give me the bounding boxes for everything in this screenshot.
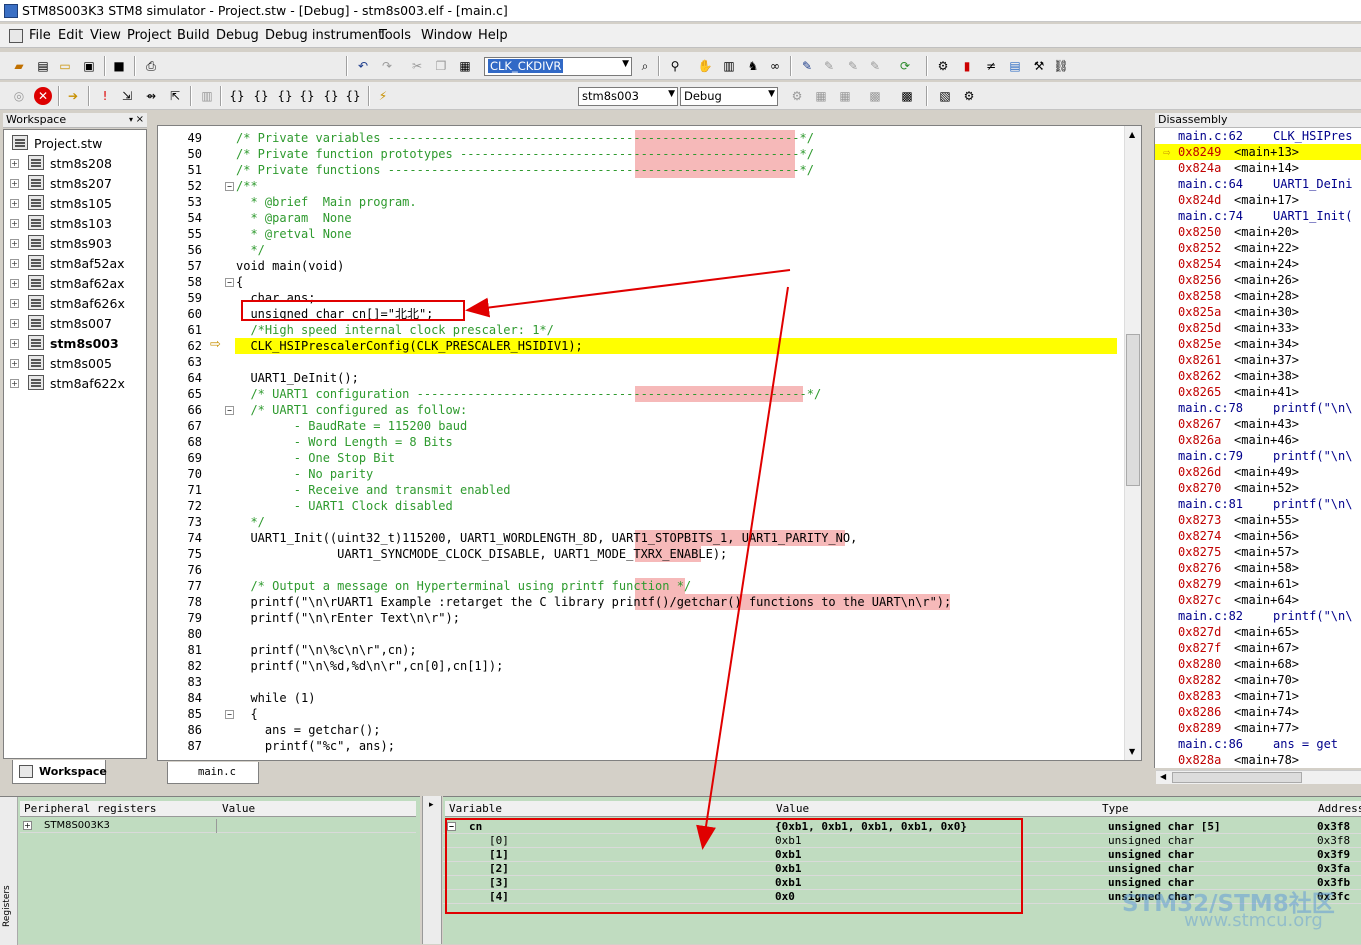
annotation-arrows bbox=[465, 269, 791, 850]
arrow-to-declaration bbox=[465, 269, 791, 318]
arrow-to-watch bbox=[696, 286, 789, 850]
